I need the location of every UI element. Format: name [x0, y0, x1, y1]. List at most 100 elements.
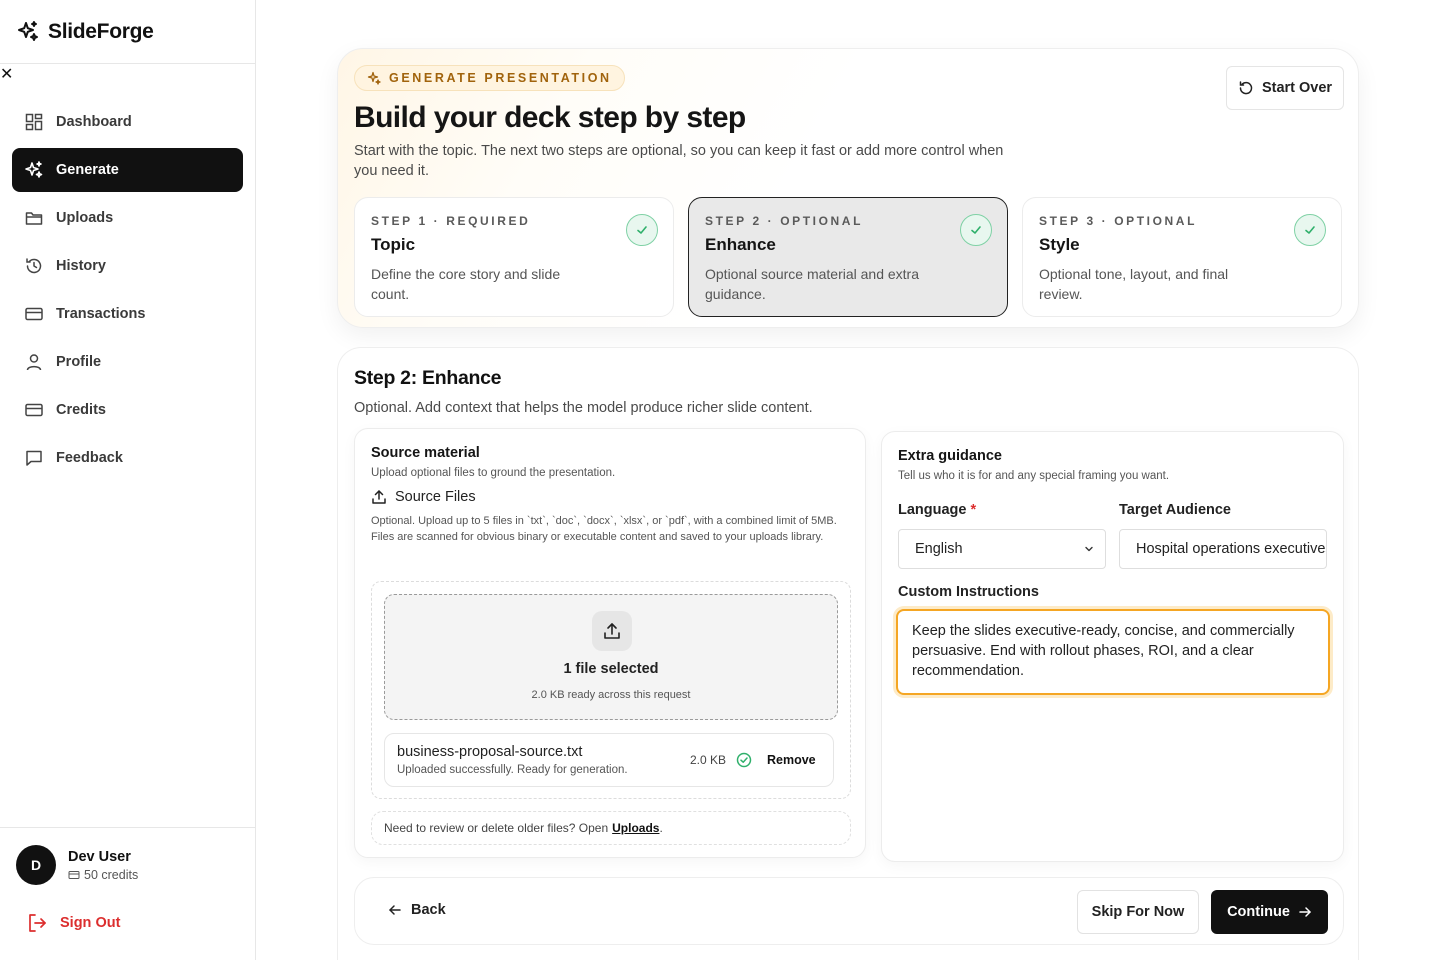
sidebar-item-label: Profile	[56, 354, 102, 370]
generate-badge: GENERATE PRESENTATION	[354, 65, 625, 91]
sign-out-icon	[29, 914, 46, 932]
dropzone-subtitle: 2.0 KB ready across this request	[531, 689, 691, 701]
uploads-link[interactable]: Uploads	[612, 821, 659, 835]
skip-for-now-button[interactable]: Skip For Now	[1077, 890, 1199, 934]
enhance-step-card: Step 2: Enhance Optional. Add context th…	[337, 347, 1359, 960]
step-title: Topic	[371, 235, 416, 254]
page-subtitle: Start with the topic. The next two steps…	[354, 143, 1004, 179]
folder-icon	[25, 212, 43, 225]
upload-icon	[372, 490, 386, 504]
section-title: Step 2: Enhance	[354, 367, 502, 389]
file-size: 2.0 KB	[690, 753, 727, 767]
badge-label: GENERATE PRESENTATION	[389, 71, 612, 85]
uploads-hint: Need to review or delete older files? Op…	[371, 811, 851, 845]
sign-out-button[interactable]: Sign Out	[26, 912, 120, 934]
check-circle-icon	[736, 752, 752, 768]
avatar[interactable]: D	[16, 845, 56, 885]
uploads-hint-end: .	[659, 821, 663, 835]
sparkle-logo-icon	[18, 20, 38, 41]
sidebar-item-generate[interactable]: Generate	[12, 148, 243, 192]
step-description: Define the core story and slide count.	[371, 266, 561, 302]
step-card-topic[interactable]: STEP 1 · REQUIRED Topic Define the core …	[354, 197, 674, 317]
back-label: Back	[411, 902, 446, 918]
generate-header-card: GENERATE PRESENTATION Start Over Build y…	[337, 48, 1359, 328]
dashboard-icon	[25, 113, 43, 131]
check-icon	[1305, 226, 1315, 234]
step-kicker: STEP 1 · REQUIRED	[371, 214, 531, 228]
sidebar: SlideForge ✕ Dashboard Generate Uploads …	[0, 0, 256, 960]
sidebar-nav: Dashboard Generate Uploads History Trans…	[0, 84, 255, 480]
sidebar-item-history[interactable]: History	[12, 244, 243, 288]
remove-file-button[interactable]: Remove	[767, 753, 816, 767]
arrow-right-icon	[1299, 907, 1311, 917]
section-subtitle: Optional. Add context that helps the mod…	[354, 400, 813, 416]
source-files-heading: Source Files	[371, 489, 849, 505]
user-icon	[26, 354, 42, 371]
upload-icon-tile	[592, 611, 632, 651]
source-material-panel: Source material Upload optional files to…	[354, 428, 866, 858]
back-button[interactable]: Back	[387, 902, 446, 918]
sidebar-item-label: History	[56, 258, 106, 274]
arrow-left-icon	[389, 905, 401, 915]
uploaded-file-item: business-proposal-source.txt Uploaded su…	[384, 733, 834, 787]
step-complete-badge	[1294, 214, 1326, 246]
reset-icon	[1239, 81, 1253, 95]
chat-icon	[26, 450, 42, 466]
dropzone-title: 1 file selected	[563, 661, 659, 677]
uploads-hint-text: Need to review or delete older files? Op…	[384, 821, 609, 835]
user-credits-label: 50 credits	[84, 868, 139, 882]
panel-title: Extra guidance	[898, 448, 1002, 464]
language-select[interactable]: English	[898, 529, 1106, 569]
file-dropzone[interactable]: 1 file selected 2.0 KB ready across this…	[384, 594, 838, 720]
upload-icon	[604, 623, 620, 639]
chevron-down-icon	[1085, 546, 1093, 552]
continue-label: Continue	[1227, 904, 1290, 920]
target-audience-label: Target Audience	[1119, 502, 1231, 518]
required-mark: *	[970, 502, 977, 518]
start-over-button[interactable]: Start Over	[1226, 66, 1344, 110]
card-icon	[25, 403, 43, 417]
file-status: Uploaded successfully. Ready for generat…	[397, 764, 628, 776]
sidebar-item-uploads[interactable]: Uploads	[12, 196, 243, 240]
sidebar-item-feedback[interactable]: Feedback	[12, 436, 243, 480]
close-sidebar-icon[interactable]: ✕	[0, 64, 255, 84]
custom-instructions-textarea[interactable]: Keep the slides executive-ready, concise…	[896, 609, 1330, 695]
step-kicker: STEP 3 · OPTIONAL	[1039, 214, 1197, 228]
target-audience-input[interactable]: Hospital operations executives	[1119, 529, 1327, 569]
target-audience-value: Hospital operations executives	[1136, 541, 1327, 557]
step-card-style[interactable]: STEP 3 · OPTIONAL Style Optional tone, l…	[1022, 197, 1342, 317]
brand[interactable]: SlideForge	[0, 0, 255, 64]
upload-area: 1 file selected 2.0 KB ready across this…	[371, 581, 851, 799]
sidebar-item-label: Transactions	[56, 306, 146, 322]
source-files-label: Source Files	[395, 489, 476, 505]
user-credits: 50 credits	[68, 868, 138, 882]
step-card-enhance[interactable]: STEP 2 · OPTIONAL Enhance Optional sourc…	[688, 197, 1008, 317]
step-complete-badge	[960, 214, 992, 246]
sparkle-icon	[25, 161, 43, 178]
check-icon	[637, 226, 647, 234]
sidebar-item-label: Generate	[56, 162, 119, 178]
step-kicker: STEP 2 · OPTIONAL	[705, 214, 863, 228]
sidebar-item-label: Feedback	[56, 450, 123, 466]
card-icon	[25, 307, 43, 321]
file-name: business-proposal-source.txt	[397, 744, 583, 760]
language-value: English	[915, 541, 963, 557]
sidebar-item-dashboard[interactable]: Dashboard	[12, 100, 243, 144]
check-icon	[971, 226, 981, 234]
language-label-text: Language	[898, 502, 967, 518]
sign-out-label: Sign Out	[60, 915, 121, 931]
sidebar-item-profile[interactable]: Profile	[12, 340, 243, 384]
page-title: Build your deck step by step	[354, 101, 746, 134]
sparkle-icon	[367, 71, 381, 85]
step-description: Optional tone, layout, and final review.	[1039, 266, 1229, 302]
continue-button[interactable]: Continue	[1211, 890, 1328, 934]
sidebar-item-label: Uploads	[56, 210, 114, 226]
sidebar-item-label: Dashboard	[56, 114, 132, 130]
sidebar-item-transactions[interactable]: Transactions	[12, 292, 243, 336]
step-title: Style	[1039, 235, 1080, 254]
language-label: Language *	[898, 502, 976, 518]
step-title: Enhance	[705, 235, 776, 254]
panel-title: Source material	[371, 445, 480, 461]
user-name: Dev User	[68, 849, 131, 865]
sidebar-item-credits[interactable]: Credits	[12, 388, 243, 432]
